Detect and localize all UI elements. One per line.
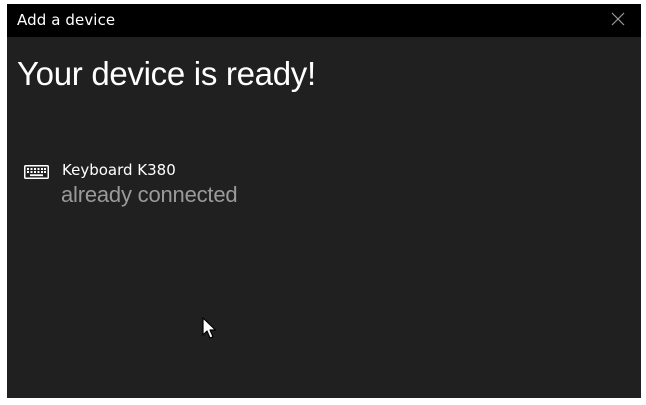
close-icon[interactable] bbox=[609, 10, 627, 28]
add-device-dialog: Add a device Your device is ready! Keybo… bbox=[7, 4, 641, 398]
device-status: already connected bbox=[61, 182, 238, 207]
window-title: Add a device bbox=[17, 11, 116, 29]
mouse-pointer-icon bbox=[202, 317, 218, 341]
keyboard-icon bbox=[24, 165, 49, 179]
device-name: Keyboard K380 bbox=[62, 161, 176, 179]
title-bar: Add a device bbox=[7, 4, 641, 37]
page-title: Your device is ready! bbox=[17, 55, 316, 92]
device-list-item[interactable]: Keyboard K380 already connected bbox=[24, 156, 324, 212]
